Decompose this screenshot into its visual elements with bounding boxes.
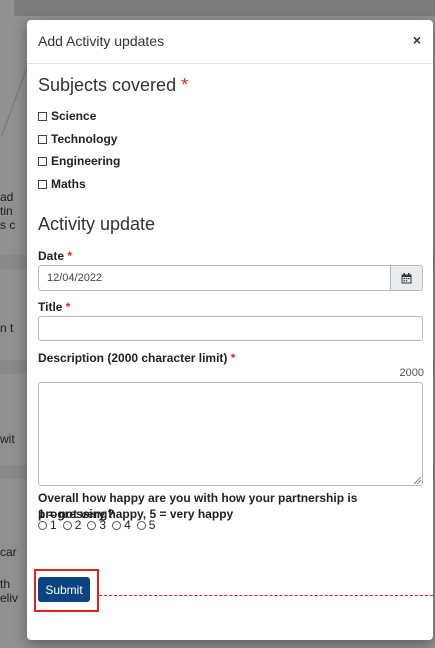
modal-title: Add Activity updates: [38, 33, 165, 49]
required-marker: *: [230, 351, 236, 365]
activity-heading: Activity update: [38, 214, 156, 234]
date-input[interactable]: [38, 265, 391, 291]
radio-icon[interactable]: [38, 520, 47, 530]
checkbox-maths[interactable]: Maths: [38, 177, 86, 191]
date-label-text: Date: [38, 249, 65, 263]
submit-button[interactable]: Submit: [38, 577, 90, 602]
close-icon[interactable]: ×: [407, 29, 427, 51]
description-label: Description (2000 character limit) *: [38, 351, 235, 365]
subjects-heading: Subjects covered *: [38, 75, 188, 96]
checkbox-science[interactable]: Science: [38, 109, 96, 123]
resize-handle-icon[interactable]: [412, 475, 422, 485]
radio-label: 2: [74, 518, 82, 532]
modal-header: Add Activity updates ×: [27, 20, 433, 64]
checkbox-label: Technology: [51, 132, 118, 146]
radio-icon[interactable]: [87, 520, 97, 530]
character-counter: 2000: [399, 367, 424, 379]
happiness-radio-group: 1 2 3 4 5: [38, 518, 161, 532]
radio-label: 5: [148, 518, 156, 532]
radio-label: 4: [124, 518, 131, 532]
radio-label: 3: [99, 518, 107, 532]
calendar-icon: [401, 272, 412, 283]
required-marker: *: [65, 300, 71, 314]
radio-option-2[interactable]: 2: [62, 518, 82, 532]
title-label-text: Title: [38, 300, 63, 314]
checkbox-label: Science: [51, 109, 97, 123]
add-activity-modal: Add Activity updates × Subjects covered …: [27, 20, 433, 640]
radio-option-3[interactable]: 3: [87, 518, 106, 532]
date-label: Date *: [38, 249, 72, 263]
calendar-button[interactable]: [391, 265, 423, 291]
description-label-text: Description (2000 character limit): [38, 351, 228, 365]
subjects-heading-text: Subjects covered: [38, 75, 177, 95]
checkbox-label: Engineering: [51, 154, 121, 168]
radio-label: 1: [50, 518, 57, 532]
checkbox-technology[interactable]: Technology: [38, 132, 117, 146]
checkbox-icon[interactable]: [38, 134, 47, 144]
radio-option-1[interactable]: 1: [38, 518, 57, 532]
required-marker: *: [181, 75, 189, 95]
highlight-dashed-line: [99, 595, 433, 596]
radio-option-5[interactable]: 5: [136, 518, 156, 532]
checkbox-icon[interactable]: [38, 111, 47, 121]
checkbox-engineering[interactable]: Engineering: [38, 154, 120, 168]
description-textarea[interactable]: [38, 382, 423, 486]
radio-option-4[interactable]: 4: [112, 518, 131, 532]
checkbox-icon[interactable]: [38, 156, 47, 166]
radio-icon[interactable]: [136, 520, 146, 530]
checkbox-label: Maths: [51, 177, 86, 191]
title-input[interactable]: [38, 316, 423, 341]
radio-icon[interactable]: [112, 520, 122, 530]
required-marker: *: [67, 249, 73, 263]
title-label: Title *: [38, 300, 70, 314]
checkbox-icon[interactable]: [38, 179, 47, 189]
radio-icon[interactable]: [62, 520, 72, 530]
